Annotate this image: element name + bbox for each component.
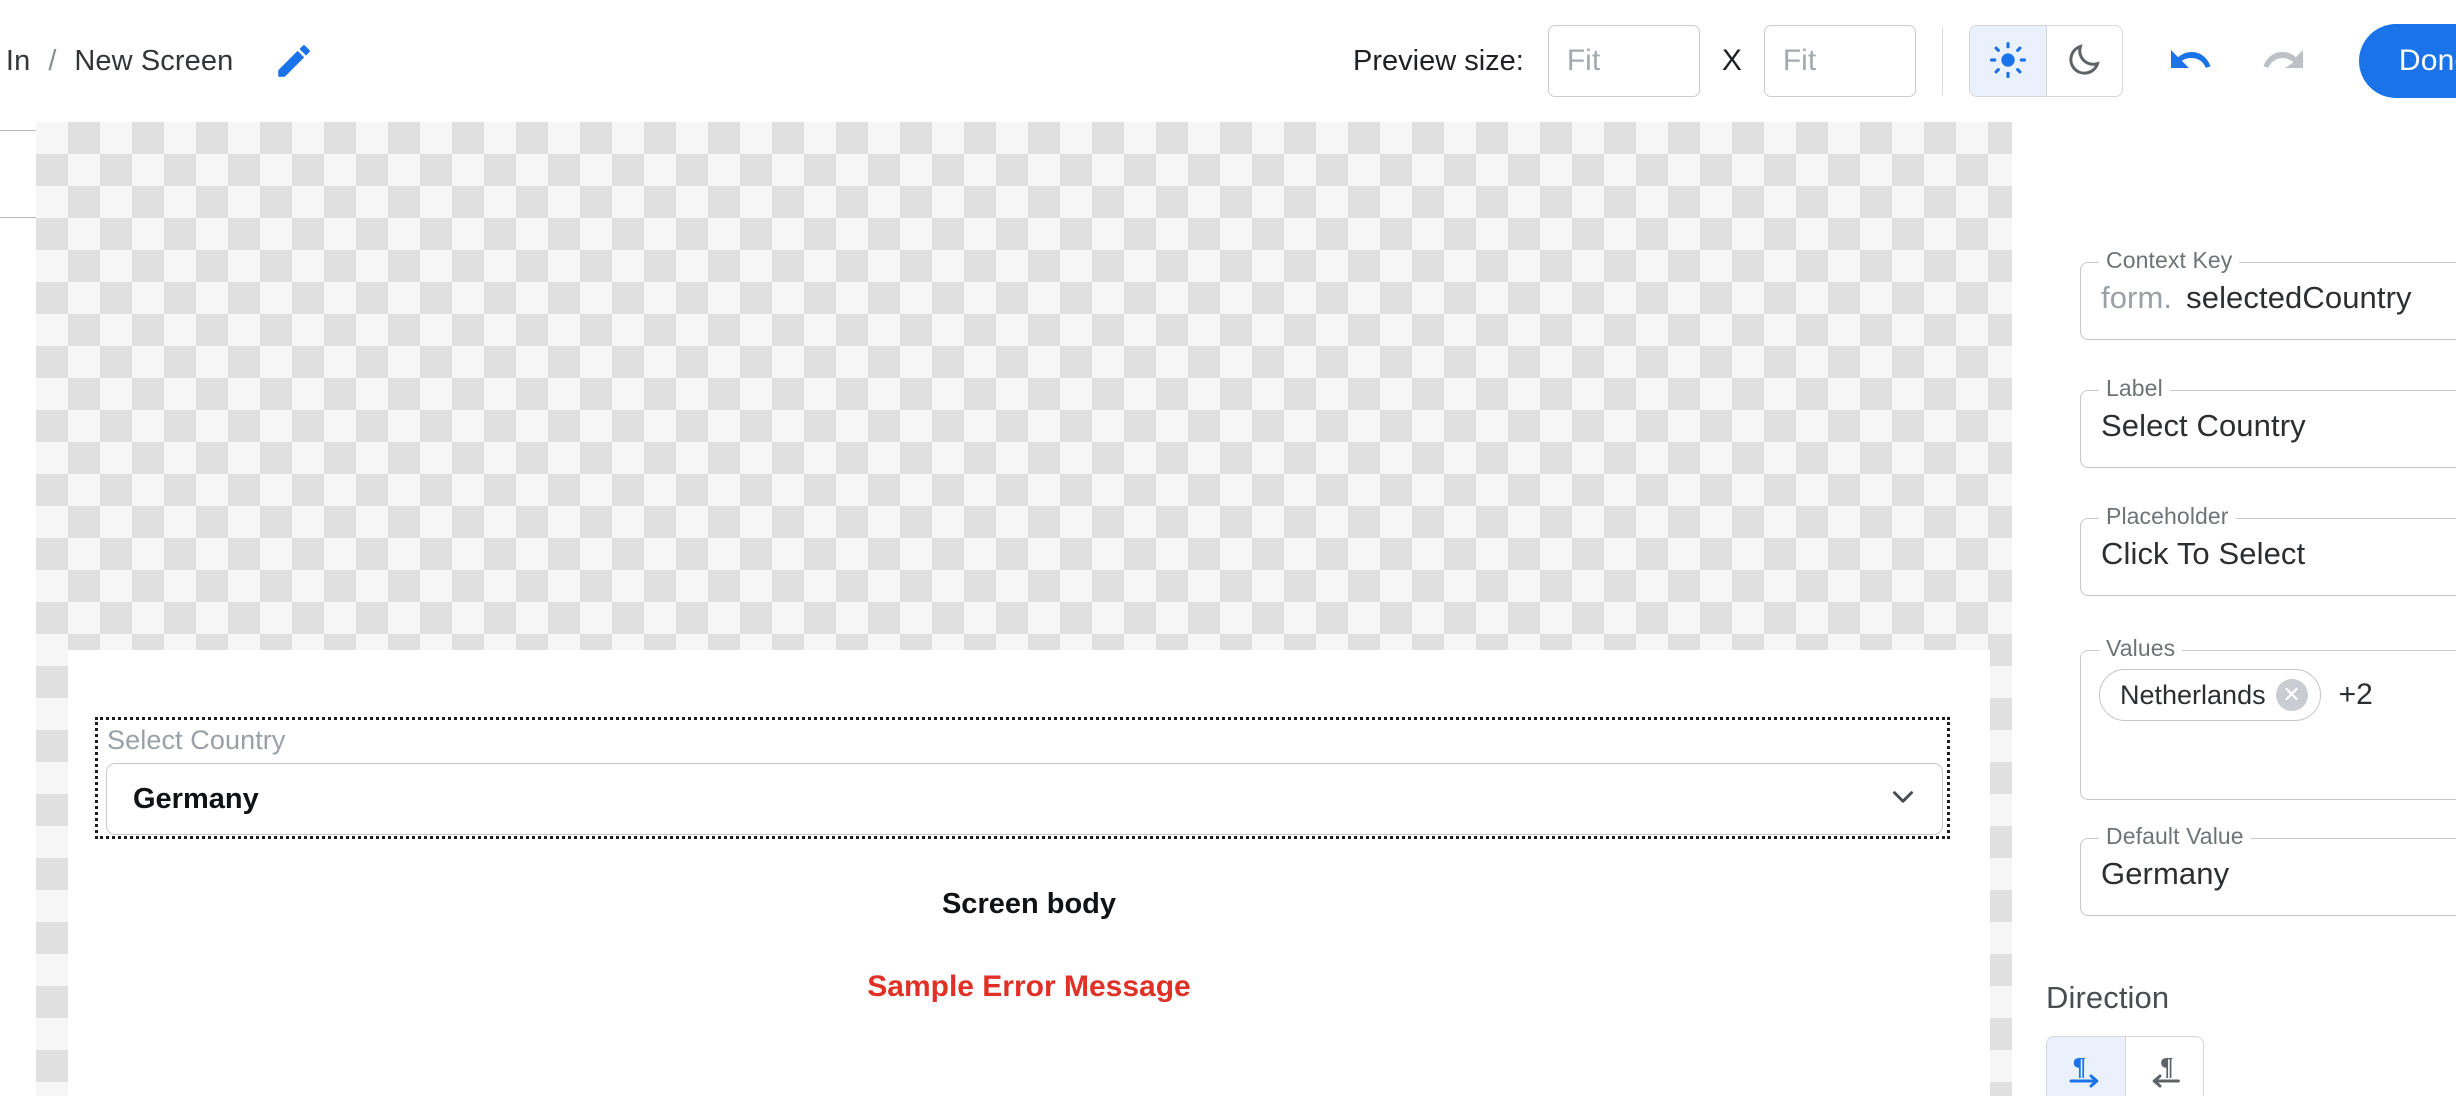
- breadcrumb: r In / New Screen: [0, 0, 315, 122]
- top-toolbar: r In / New Screen Preview size: X: [0, 0, 2456, 122]
- app-root: r In / New Screen Preview size: X: [0, 0, 2456, 1096]
- preview-width-input[interactable]: [1547, 25, 1700, 97]
- dark-theme-button[interactable]: [2045, 26, 2122, 96]
- values-overflow-count: +2: [2338, 678, 2373, 711]
- properties-inspector-panel: Context Key form. selectedCountry Label …: [2012, 122, 2456, 1096]
- preview-size-controls: Preview size: X: [1353, 0, 2456, 122]
- label-field-legend: Label: [2099, 375, 2170, 402]
- direction-ltr-button[interactable]: ¶: [2047, 1037, 2125, 1096]
- pencil-icon[interactable]: [273, 40, 315, 82]
- default-value-field[interactable]: Default Value Germany: [2080, 823, 2456, 916]
- toolbar-divider-1: [1941, 27, 1943, 95]
- dropdown-label: Select Country: [107, 725, 286, 755]
- chevron-down-icon[interactable]: [1886, 780, 1920, 819]
- context-key-prefix: form.: [2101, 280, 2173, 315]
- default-value-legend: Default Value: [2099, 823, 2251, 850]
- theme-toggle-group: [1968, 25, 2123, 97]
- preview-size-label: Preview size:: [1353, 44, 1524, 77]
- placeholder-field[interactable]: Placeholder Click To Select: [2080, 503, 2456, 596]
- placeholder-field-legend: Placeholder: [2099, 503, 2236, 530]
- direction-toggle-group: ¶ ¶: [2046, 1036, 2204, 1096]
- value-chip-label: Netherlands: [2120, 679, 2266, 710]
- values-field[interactable]: Values Netherlands ✕ +2: [2080, 635, 2456, 800]
- screen-preview-panel: Select Country Germany Screen body Sampl…: [68, 650, 1990, 1096]
- dropdown-value: Germany: [133, 782, 259, 815]
- light-theme-button[interactable]: [1969, 26, 2046, 96]
- design-canvas[interactable]: Select Country Germany Screen body Sampl…: [36, 122, 2012, 1096]
- breadcrumb-parent[interactable]: r In: [0, 45, 30, 78]
- svg-text:¶: ¶: [2160, 1053, 2174, 1080]
- direction-rtl-button[interactable]: ¶: [2125, 1037, 2203, 1096]
- context-key-legend: Context Key: [2099, 247, 2240, 274]
- sample-error-message: Sample Error Message: [867, 970, 1191, 1003]
- dropdown-input[interactable]: Germany: [106, 763, 1943, 835]
- moon-icon: [2065, 41, 2103, 82]
- value-chip[interactable]: Netherlands ✕: [2099, 669, 2321, 721]
- svg-text:¶: ¶: [2073, 1053, 2087, 1080]
- dropdown-component-selected[interactable]: Select Country Germany: [95, 717, 1950, 839]
- undo-arrow-icon: [2167, 36, 2215, 87]
- pilcrow-ltr-icon: ¶: [2066, 1051, 2106, 1094]
- redo-arrow-icon: [2259, 36, 2307, 87]
- history-controls: [2167, 36, 2307, 87]
- breadcrumb-separator: /: [48, 44, 57, 77]
- redo-button[interactable]: [2259, 36, 2307, 87]
- undo-button[interactable]: [2167, 36, 2215, 87]
- sun-icon: [1989, 41, 2027, 82]
- label-field[interactable]: Label Select Country: [2080, 375, 2456, 468]
- screen-body-text: Screen body: [941, 888, 1117, 920]
- done-button[interactable]: Done: [2358, 24, 2456, 98]
- breadcrumb-current[interactable]: New Screen: [74, 45, 233, 78]
- preview-size-multiplier: X: [1721, 44, 1742, 77]
- direction-heading: Direction: [2046, 980, 2170, 1015]
- close-circle-icon[interactable]: ✕: [2275, 679, 2308, 711]
- values-field-legend: Values: [2099, 635, 2183, 662]
- preview-height-input[interactable]: [1763, 25, 1916, 97]
- context-key-field[interactable]: Context Key form. selectedCountry: [2080, 247, 2456, 340]
- pilcrow-rtl-icon: ¶: [2145, 1051, 2185, 1094]
- context-key-value: selectedCountry: [2186, 280, 2412, 315]
